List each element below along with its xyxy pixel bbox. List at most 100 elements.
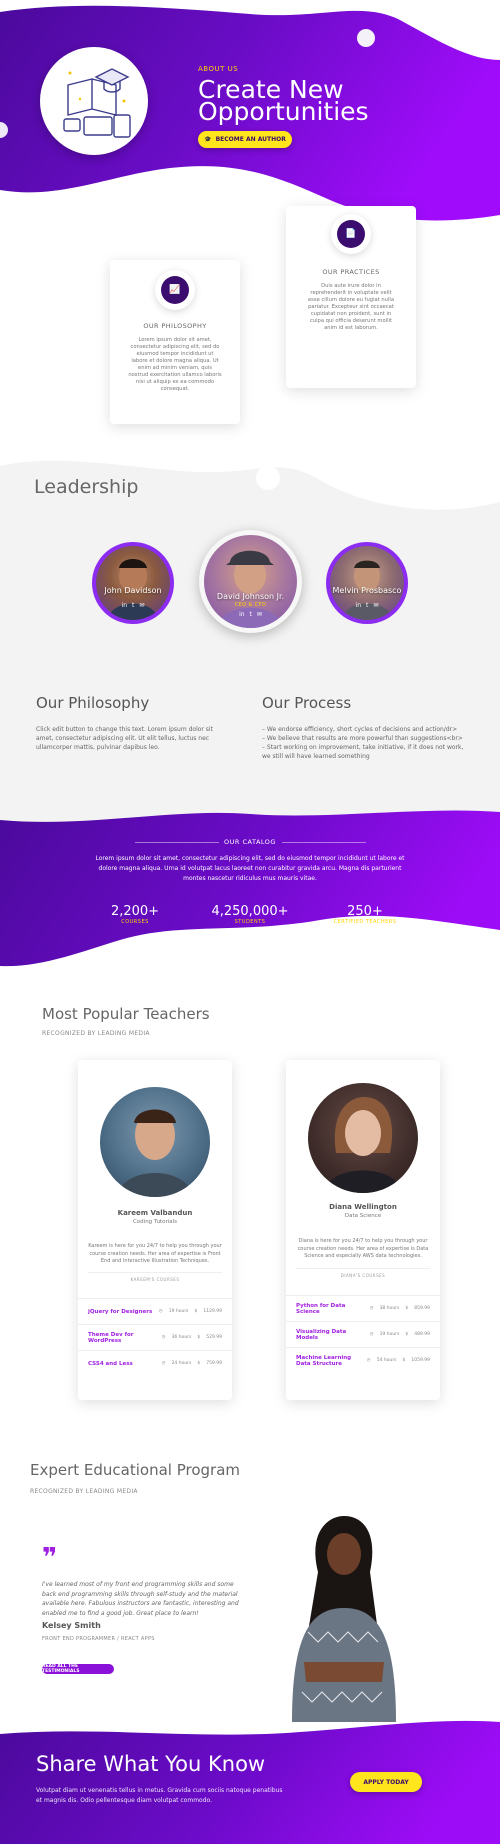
- teacher-subject: Coding Tutorials: [132, 1219, 178, 1225]
- twitter-icon[interactable]: t: [250, 611, 252, 618]
- teachers-subheading: RECOGNIZED BY LEADING MEDIA: [42, 1030, 150, 1037]
- member-social-links: in t ✉: [199, 611, 302, 618]
- course-hours: 36 hours: [171, 1335, 192, 1340]
- course-name[interactable]: Machine Learning Data Structure: [296, 1355, 366, 1367]
- twitter-icon[interactable]: t: [366, 602, 368, 609]
- course-price: 1059.99: [411, 1358, 430, 1363]
- process-line: – We believe that results are more power…: [262, 735, 463, 742]
- course-name[interactable]: Theme Dev for WordPress: [88, 1332, 158, 1344]
- member-name: David Johnson Jr.: [216, 592, 285, 601]
- course-list: Python for Data Science ◷ 38 hours $859.99…: [286, 1295, 440, 1373]
- teacher-name: Diana Wellington: [329, 1203, 397, 1211]
- teacher-divider: [88, 1272, 222, 1273]
- mail-icon[interactable]: ✉: [139, 602, 144, 609]
- quote-icon: ❞: [42, 1543, 58, 1573]
- process-list: – We endorse efficiency, short cycles of…: [262, 725, 470, 761]
- mail-icon[interactable]: ✉: [257, 611, 262, 618]
- mail-icon[interactable]: ✉: [373, 602, 378, 609]
- feature-title: OUR PRACTICES: [322, 268, 380, 276]
- linkedin-icon[interactable]: in: [239, 611, 244, 618]
- course-name[interactable]: Visualizing Data Models: [296, 1329, 366, 1341]
- dollar-icon: $: [405, 1306, 409, 1311]
- teacher-desc: Diana is here for you 24/7 to help you t…: [297, 1238, 429, 1259]
- become-author-button[interactable]: 🎓 BECOME AN AUTHOR: [198, 131, 292, 148]
- teacher-name: Kareem Valbandun: [117, 1209, 193, 1217]
- teachers-heading: Most Popular Teachers: [42, 1005, 210, 1023]
- course-row[interactable]: Visualizing Data Models ◷ 19 hours $489.99: [286, 1321, 440, 1347]
- course-row[interactable]: Theme Dev for WordPress ◷ 36 hours $529.99: [78, 1324, 232, 1350]
- testimonial-photo: [278, 1512, 408, 1722]
- hero-section: ABOUT US Create New Opportunities 🎓 BECO…: [0, 0, 500, 240]
- course-name[interactable]: Python for Data Science: [296, 1303, 366, 1315]
- apply-today-button[interactable]: APPLY TODAY: [350, 1772, 422, 1792]
- course-hours: 19 hours: [168, 1309, 189, 1314]
- teacher-divider: [296, 1268, 430, 1269]
- dollar-icon: $: [405, 1332, 409, 1337]
- testimonial-quote: I've learned most of my front end progra…: [42, 1581, 239, 1617]
- catalog-text: Lorem ipsum dolor sit amet, consectetur …: [95, 855, 405, 882]
- course-name[interactable]: jQuery for Designers: [88, 1309, 158, 1315]
- member-social-links: in t ✉: [326, 602, 408, 609]
- dollar-icon: $: [194, 1309, 198, 1314]
- clock-icon: ◷: [158, 1309, 163, 1314]
- philosophy-heading: Our Philosophy: [36, 694, 150, 712]
- dollar-icon: $: [197, 1335, 201, 1340]
- course-row[interactable]: Python for Data Science ◷ 38 hours $859.99: [286, 1295, 440, 1321]
- course-meta: ◷ 54 hours $1059.99: [367, 1358, 430, 1363]
- course-hours: 19 hours: [379, 1332, 400, 1337]
- member-card-melvin[interactable]: Melvin Prosbasco in t ✉: [326, 542, 408, 624]
- course-row[interactable]: jQuery for Designers ◷ 19 hours $1129.99: [78, 1298, 232, 1324]
- linkedin-icon[interactable]: in: [356, 602, 361, 609]
- read-testimonials-label: READ ALL THE TESTIMONIALS: [42, 1664, 80, 1674]
- course-row[interactable]: Machine Learning Data Structure ◷ 54 hour…: [286, 1347, 440, 1373]
- member-card-john[interactable]: John Davidson in t ✉: [92, 542, 174, 624]
- chart-icon: 📈: [169, 285, 181, 295]
- course-row[interactable]: CSS4 and Less ◷ 24 hours $759.99: [78, 1350, 232, 1376]
- teacher-card: Kareem Valbandun Coding Tutorials Kareem…: [78, 1060, 232, 1400]
- course-hours: 38 hours: [379, 1306, 400, 1311]
- catalog-stat: 4,250,000+ STUDENTS: [195, 904, 305, 925]
- course-price: 489.99: [414, 1332, 430, 1337]
- member-role: CEO & CFO: [234, 602, 267, 608]
- course-name[interactable]: CSS4 and Less: [88, 1361, 158, 1367]
- teacher-card: Diana Wellington Data Science Diana is h…: [286, 1060, 440, 1400]
- twitter-icon[interactable]: t: [132, 602, 134, 609]
- course-price: 859.99: [414, 1306, 430, 1311]
- catalog-wave-background: [0, 810, 500, 967]
- course-price: 1129.99: [203, 1309, 222, 1314]
- course-meta: ◷ 19 hours $489.99: [370, 1332, 430, 1337]
- hero-eyebrow: ABOUT US: [198, 65, 239, 73]
- feature-text: Duis aute irure dolor in reprehenderit i…: [307, 283, 395, 331]
- become-author-label: BECOME AN AUTHOR: [215, 136, 286, 143]
- member-card-david[interactable]: David Johnson Jr. CEO & CFO in t ✉: [199, 530, 302, 633]
- feature-text: Lorem ipsum dolor sit amet, consectetur …: [128, 337, 222, 392]
- stat-label: STUDENTS: [234, 919, 266, 925]
- teacher-courses-label: DIANA'S COURSES: [340, 1273, 386, 1278]
- clock-icon: ◷: [369, 1332, 374, 1337]
- teacher-desc: Kareem is here for you 24/7 to help you …: [88, 1243, 222, 1264]
- leadership-background: [0, 460, 500, 830]
- read-testimonials-button[interactable]: READ ALL THE TESTIMONIALS: [42, 1664, 114, 1674]
- cta-text: Volutpat diam ut venenatis tellus in met…: [36, 1787, 283, 1804]
- linkedin-icon[interactable]: in: [122, 602, 127, 609]
- process-heading: Our Process: [262, 694, 352, 712]
- course-meta: ◷ 19 hours $1129.99: [159, 1309, 222, 1314]
- cta-wave-background: [0, 1720, 500, 1844]
- clock-icon: ◷: [369, 1306, 374, 1311]
- program-subheading: RECOGNIZED BY LEADING MEDIA: [30, 1488, 138, 1495]
- course-meta: ◷ 38 hours $859.99: [370, 1306, 430, 1311]
- stat-label: COURSES: [121, 919, 149, 925]
- stat-value: 250+: [347, 904, 383, 919]
- course-meta: ◷ 36 hours $529.99: [162, 1335, 222, 1340]
- program-heading: Expert Educational Program: [30, 1461, 241, 1479]
- member-name: John Davidson: [104, 586, 162, 595]
- stat-value: 2,200+: [110, 904, 160, 919]
- dollar-icon: $: [402, 1358, 406, 1363]
- graduation-cap-icon: 🎓: [204, 136, 212, 143]
- member-name: Melvin Prosbasco: [332, 586, 402, 595]
- feature-card-philosophy: 📈 OUR PHILOSOPHY Lorem ipsum dolor sit a…: [110, 260, 240, 424]
- teacher-courses-label: KAREEM'S COURSES: [130, 1277, 180, 1282]
- stat-label: CERTIFIED TEACHERS: [333, 919, 397, 925]
- page: ABOUT US Create New Opportunities 🎓 BECO…: [0, 0, 500, 1844]
- document-icon: 📄: [345, 229, 357, 239]
